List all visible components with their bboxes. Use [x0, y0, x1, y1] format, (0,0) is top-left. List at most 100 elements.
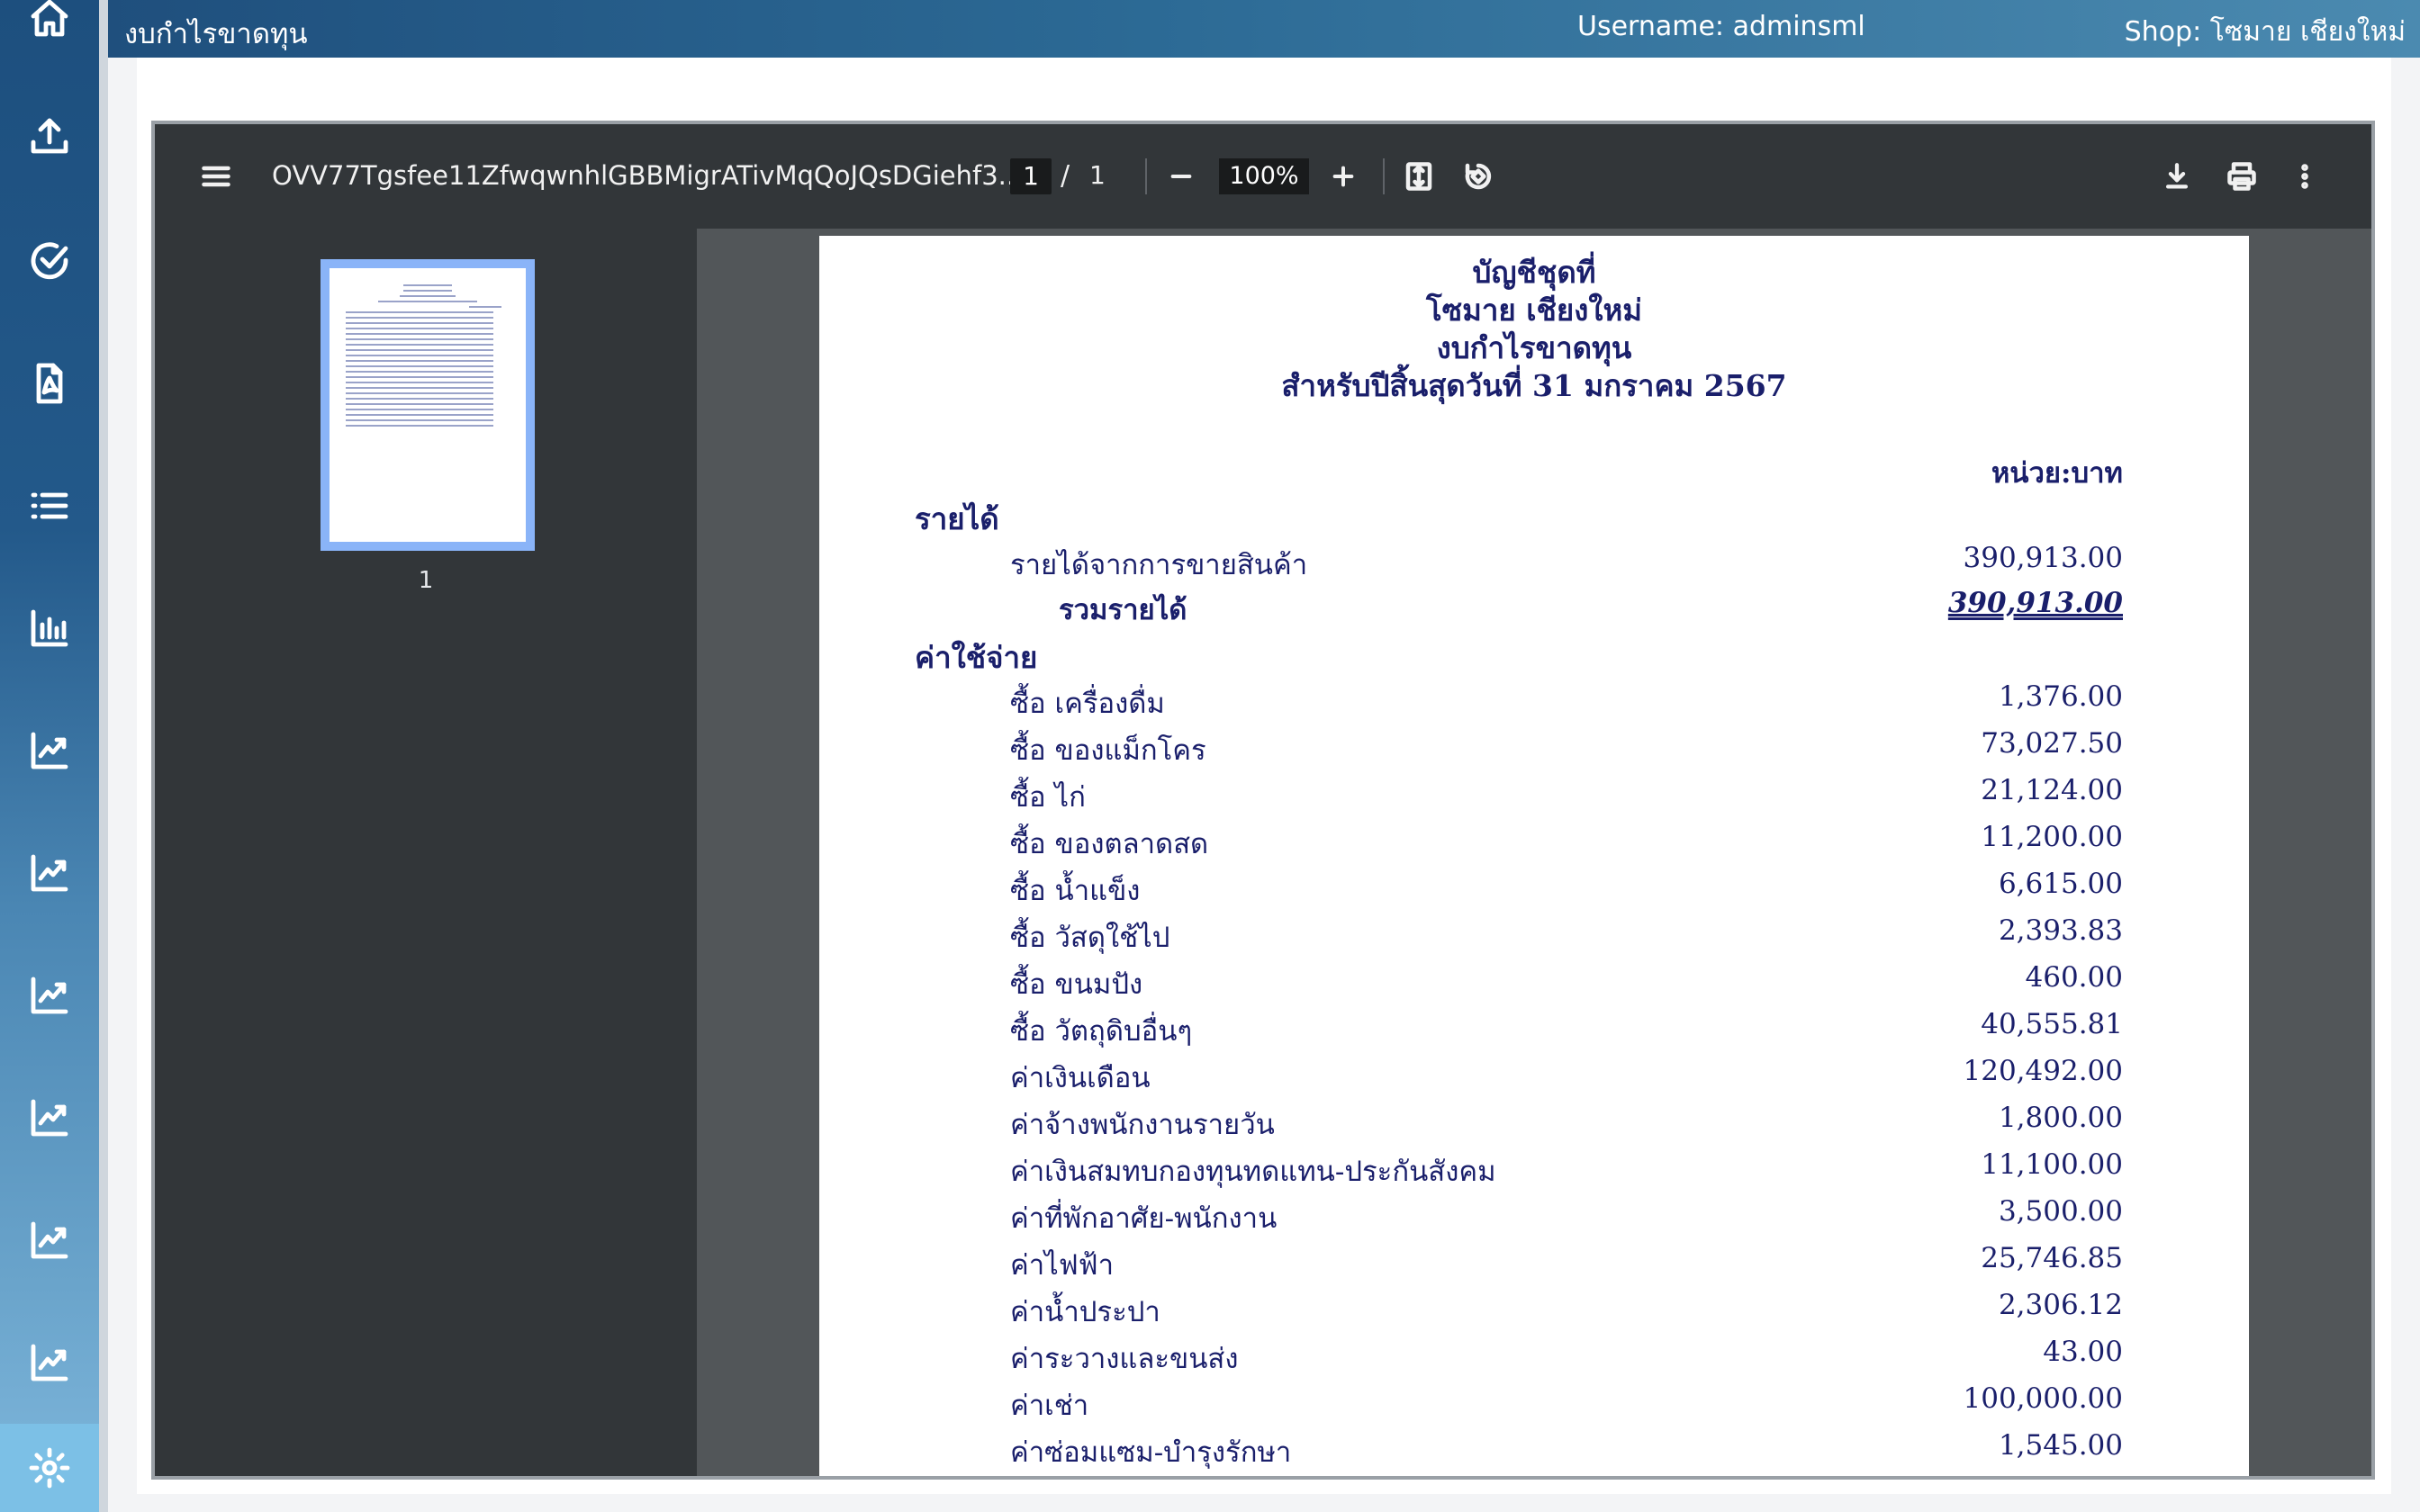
sidebar-item-settings[interactable]	[0, 1424, 99, 1512]
line-item-amount: 1,545.00	[1998, 1429, 2123, 1462]
sidebar-item-report-5[interactable]	[0, 1179, 99, 1301]
line-item-label: ซื้อ ของแม็กโคร	[1010, 734, 1206, 767]
line-item-amount: 120,492.00	[1963, 1055, 2124, 1087]
line-item-amount: 11,100.00	[1981, 1148, 2123, 1181]
page-thumbnail[interactable]	[321, 259, 535, 551]
download-button[interactable]	[2155, 155, 2199, 198]
sidebar-item-report-bar[interactable]	[0, 567, 99, 689]
page-total: 1	[1089, 160, 1106, 190]
fit-page-button[interactable]	[1397, 155, 1440, 198]
line-item-amount: 21,124.00	[1981, 774, 2123, 806]
line-item-amount: 73,027.50	[1981, 727, 2123, 760]
sidebar-item-report-2[interactable]	[0, 812, 99, 934]
line-item-label: ค่าไฟฟ้า	[1010, 1249, 1115, 1282]
line-item-label: ค่าที่พักอาศัย-พนักงาน	[1010, 1202, 1278, 1235]
username-label: Username: adminsml	[1577, 11, 1865, 42]
zoom-out-button[interactable]	[1160, 155, 1203, 198]
line-item-label: ค่าเงินเดือน	[1010, 1062, 1151, 1094]
line-item-amount: 100,000.00	[1963, 1382, 2124, 1415]
pdf-file-icon	[36, 363, 63, 404]
table-row: ซื้อ วัตถุดิบอื่นๆ 40,555.81	[819, 1008, 2249, 1055]
table-row: ค่าซ่อมแซม-บำรุงรักษา 1,545.00	[819, 1429, 2249, 1476]
settings-icon	[29, 1447, 70, 1489]
table-row: ซื้อ ของตลาดสด 11,200.00	[819, 821, 2249, 868]
report-period: สำหรับปีสิ้นสุดวันที่ 31 มกราคม 2567	[1281, 368, 1787, 403]
list-icon	[31, 492, 68, 519]
sidebar	[0, 0, 99, 1512]
trend-chart-icon	[31, 854, 68, 892]
document-filename: OVV77Tgsfee11ZfwqwnhlGBBMigrATivMqQoJQsD…	[272, 160, 1024, 191]
line-item-label: ซื้อ เครื่องดื่ม	[1010, 688, 1165, 720]
line-item-label: ซื้อ ขนมปัง	[1010, 968, 1143, 1001]
line-item-amount: 1,800.00	[1998, 1102, 2123, 1134]
menu-icon	[202, 166, 230, 187]
sidebar-item-report-4[interactable]	[0, 1057, 99, 1179]
zoom-in-button[interactable]	[1322, 155, 1365, 198]
line-item-label: ซื้อ ไก่	[1010, 781, 1086, 814]
trend-chart-icon	[31, 976, 68, 1014]
income-heading: รายได้	[915, 501, 999, 536]
plus-icon	[1332, 166, 1354, 187]
trend-chart-icon	[31, 1099, 68, 1137]
table-row: ค่าไฟฟ้า 25,746.85	[819, 1242, 2249, 1289]
line-item-label: รายได้จากการขายสินค้า	[1010, 549, 1308, 581]
line-item-label: ซื้อ วัตถุดิบอื่นๆ	[1010, 1015, 1193, 1048]
table-row: ซื้อ ไก่ 21,124.00	[819, 774, 2249, 821]
pdf-viewer: OVV77Tgsfee11ZfwqwnhlGBBMigrATivMqQoJQsD…	[151, 121, 2375, 1480]
line-item-amount: 460.00	[2025, 961, 2123, 994]
print-button[interactable]	[2220, 155, 2263, 198]
line-item-label: ค่าจ้างพนักงานรายวัน	[1010, 1109, 1275, 1141]
line-item-amount: 43.00	[2043, 1336, 2123, 1368]
bar-chart-icon	[31, 609, 68, 647]
trend-chart-icon	[31, 732, 68, 770]
rotate-button[interactable]	[1457, 155, 1500, 198]
table-row: ซื้อ ขนมปัง 460.00	[819, 961, 2249, 1008]
table-row: ค่าเช่า 100,000.00	[819, 1382, 2249, 1429]
line-item-amount: 2,306.12	[1998, 1289, 2123, 1321]
zoom-level-input[interactable]: 100%	[1219, 158, 1309, 194]
sidebar-item-approve[interactable]	[0, 200, 99, 322]
table-row: ค่าน้ำประปา 2,306.12	[819, 1289, 2249, 1336]
top-header: งบกำไรขาดทุน Username: adminsml Shop: โซ…	[108, 0, 2420, 58]
table-row: ค่าจ้างพนักงานรายวัน 1,800.00	[819, 1102, 2249, 1148]
line-item-label: ค่าซ่อมแซม-บำรุงรักษา	[1010, 1436, 1292, 1469]
line-item-label: ซื้อ วัสดุใช้ไป	[1010, 922, 1170, 954]
table-row: ซื้อ เครื่องดื่ม 1,376.00	[819, 680, 2249, 727]
unit-label: หน่วย:บาท	[1991, 457, 2123, 490]
table-row: ซื้อ ของแม็กโคร 73,027.50	[819, 727, 2249, 774]
check-circle-icon	[31, 242, 68, 280]
line-item-label: ค่าระวางและขนส่ง	[1010, 1343, 1239, 1375]
line-item-amount: 25,746.85	[1981, 1242, 2123, 1274]
table-row: ค่าที่พักอาศัย-พนักงาน 3,500.00	[819, 1195, 2249, 1242]
line-item-amount: 40,555.81	[1981, 1008, 2123, 1040]
thumbnail-panel: 1	[155, 229, 697, 1476]
sidebar-item-pdf[interactable]	[0, 322, 99, 445]
page-separator: /	[1061, 160, 1070, 192]
income-total-row: รวมรายได้ 390,913.00	[819, 587, 2249, 634]
line-item-label: ค่าน้ำประปา	[1010, 1296, 1160, 1328]
sidebar-divider	[99, 0, 108, 1512]
page-title: งบกำไรขาดทุน	[124, 18, 308, 50]
more-actions-button[interactable]	[2283, 155, 2326, 198]
line-item-label: ค่าเช่า	[1010, 1390, 1089, 1422]
sidebar-item-list[interactable]	[0, 445, 99, 567]
table-row: ค่าเงินเดือน 120,492.00	[819, 1055, 2249, 1102]
line-item-amount: 11,200.00	[1981, 821, 2123, 853]
table-row: ซื้อ น้ำแข็ง 6,615.00	[819, 868, 2249, 914]
sidebar-toggle-button[interactable]	[194, 155, 238, 198]
sidebar-item-report-1[interactable]	[0, 689, 99, 812]
home-icon	[31, 0, 68, 37]
rotate-icon	[1465, 163, 1492, 190]
line-item-amount: 2,393.83	[1998, 914, 2123, 947]
document-area[interactable]: บัญชีชุดที่ โซมาย เชียงใหม่ งบกำไรขาดทุน…	[697, 229, 2371, 1476]
sidebar-item-home[interactable]	[0, 0, 99, 79]
sidebar-item-upload[interactable]	[0, 76, 99, 198]
trend-chart-icon	[31, 1344, 68, 1382]
pdf-page: บัญชีชุดที่ โซมาย เชียงใหม่ งบกำไรขาดทุน…	[819, 236, 2249, 1476]
page-number-input[interactable]: 1	[1010, 158, 1052, 194]
sidebar-item-report-6[interactable]	[0, 1301, 99, 1424]
sidebar-item-report-3[interactable]	[0, 934, 99, 1057]
minus-icon	[1170, 175, 1192, 178]
line-item-label: ซื้อ ของตลาดสด	[1010, 828, 1209, 860]
shop-label: Shop: โซมาย เชียงใหม่	[2124, 16, 2406, 48]
